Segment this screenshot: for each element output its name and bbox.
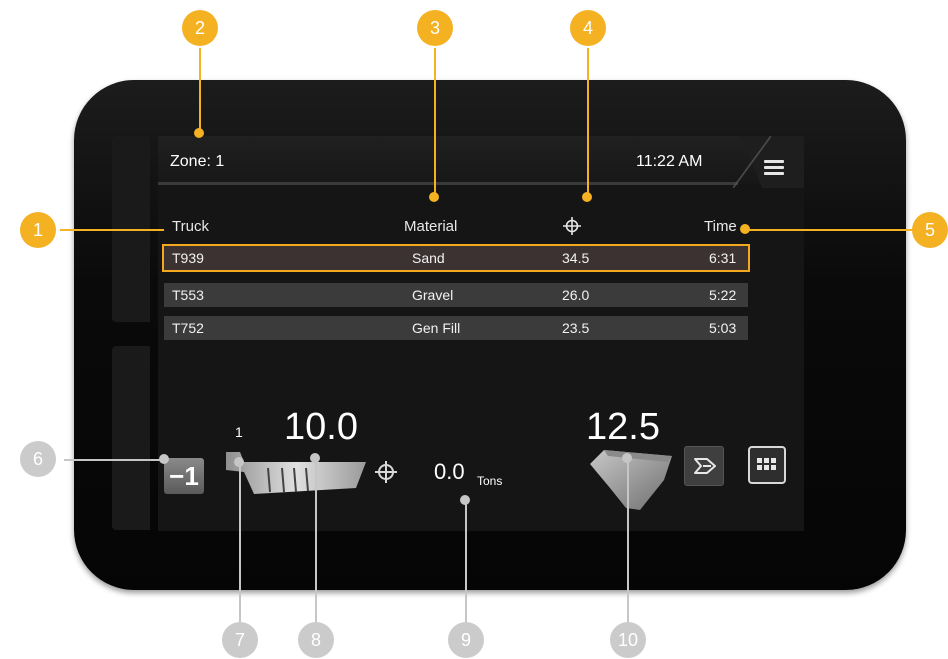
callout-badge-1: 1 xyxy=(20,212,56,248)
cell-material: Sand xyxy=(412,250,445,266)
remove-pass-button[interactable]: −1 xyxy=(164,458,204,494)
callout-badge-10: 10 xyxy=(610,622,646,658)
cell-weight: 34.5 xyxy=(562,250,590,266)
keypad-button[interactable] xyxy=(748,446,786,484)
callout-dot-5 xyxy=(740,224,750,234)
callout-badge-6: 6 xyxy=(20,441,56,477)
cell-time: 6:31 xyxy=(709,250,737,266)
callout-badge-5: 5 xyxy=(912,212,948,248)
callout-line-2 xyxy=(199,48,201,134)
cell-time: 5:03 xyxy=(709,320,737,336)
table-row[interactable]: T553 Gravel 26.0 5:22 xyxy=(164,283,748,307)
callout-dot-4 xyxy=(582,192,592,202)
menu-icon[interactable] xyxy=(764,160,784,176)
cell-weight: 23.5 xyxy=(562,320,590,336)
side-tab-lower xyxy=(112,346,150,530)
callout-badge-3: 3 xyxy=(417,10,453,46)
callout-line-3 xyxy=(434,48,436,198)
clock: 11:22 AM xyxy=(636,153,703,170)
cell-material: Gravel xyxy=(412,287,454,303)
callout-line-10 xyxy=(627,458,629,622)
cell-truck: T553 xyxy=(172,287,204,303)
cell-material: Gen Fill xyxy=(412,320,461,336)
column-header-time: Time xyxy=(704,218,737,235)
callout-line-4 xyxy=(587,48,589,198)
callout-line-1 xyxy=(60,229,164,231)
callout-dot-10 xyxy=(622,453,632,463)
callout-dot-3 xyxy=(429,192,439,202)
pass-count: 1 xyxy=(235,424,243,440)
callout-line-9 xyxy=(465,499,467,622)
cell-time: 5:22 xyxy=(709,287,737,303)
column-header-material: Material xyxy=(404,218,458,235)
target-value: 0.0 xyxy=(434,459,465,484)
column-header-truck: Truck xyxy=(172,218,209,235)
callout-dot-6 xyxy=(159,454,169,464)
bucket-icon xyxy=(590,450,672,510)
cell-truck: T752 xyxy=(172,320,204,336)
dump-icon xyxy=(694,458,716,474)
cell-truck: T939 xyxy=(172,250,204,266)
display-screen: Zone: 1 11:22 AM Truck Material Time T93… xyxy=(158,136,804,531)
callout-line-7 xyxy=(239,462,241,622)
callout-badge-9: 9 xyxy=(448,622,484,658)
callout-line-8 xyxy=(315,458,317,622)
callout-line-6 xyxy=(64,459,164,461)
callout-dot-7 xyxy=(234,457,244,467)
target-unit: Tons xyxy=(477,474,503,488)
header-bar xyxy=(158,136,804,184)
cell-weight: 26.0 xyxy=(562,287,590,303)
zone-label: Zone: 1 xyxy=(170,153,225,170)
callout-dot-2 xyxy=(194,128,204,138)
header-divider xyxy=(158,182,738,185)
dump-button[interactable] xyxy=(684,446,724,486)
crosshair-icon xyxy=(375,461,397,483)
callout-badge-7: 7 xyxy=(222,622,258,658)
keypad-icon xyxy=(757,458,776,470)
callout-dot-9 xyxy=(460,495,470,505)
truck-payload-value: 10.0 xyxy=(284,406,358,448)
callout-dot-8 xyxy=(310,453,320,463)
callout-badge-4: 4 xyxy=(570,10,606,46)
callout-line-5 xyxy=(745,229,913,231)
callout-badge-2: 2 xyxy=(182,10,218,46)
truck-bed-icon xyxy=(226,452,366,494)
table-row[interactable]: T752 Gen Fill 23.5 5:03 xyxy=(164,316,748,340)
table-row[interactable]: T939 Sand 34.5 6:31 xyxy=(162,244,750,272)
crosshair-icon xyxy=(563,217,581,235)
callout-badge-8: 8 xyxy=(298,622,334,658)
bucket-payload-value: 12.5 xyxy=(586,406,660,448)
